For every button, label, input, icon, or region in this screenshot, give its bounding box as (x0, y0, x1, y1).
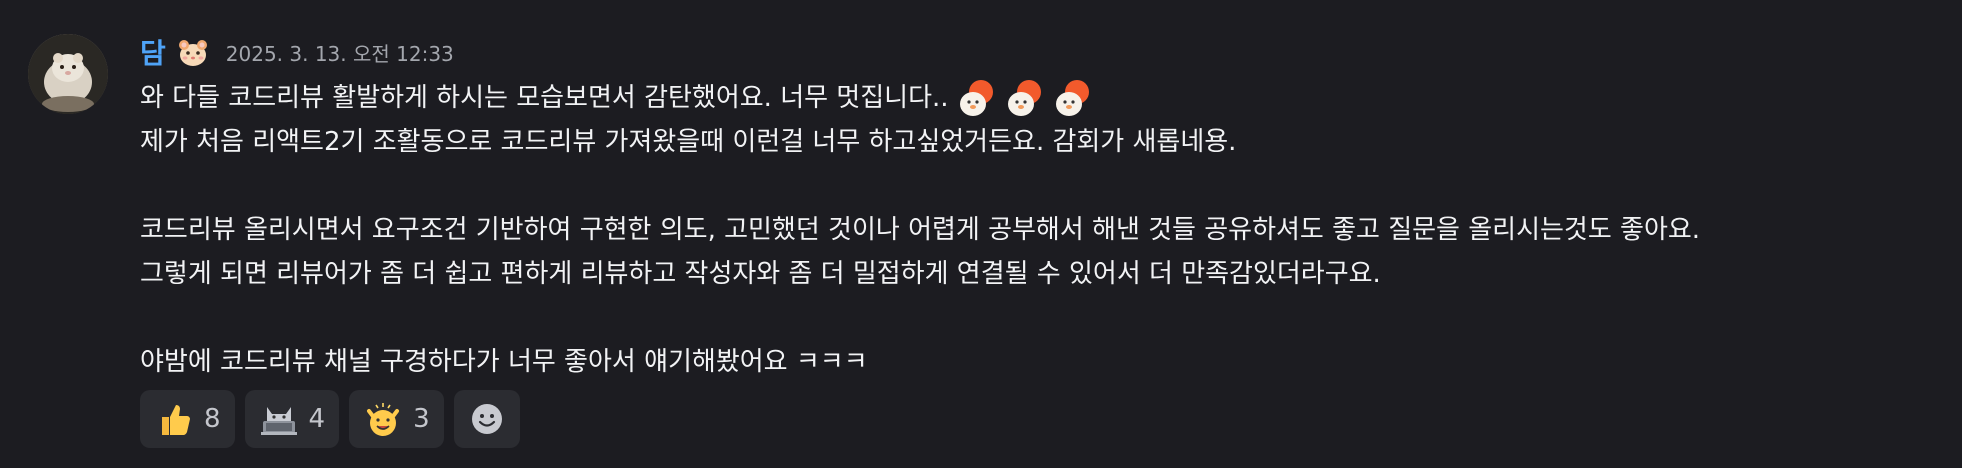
hamster-photo (28, 34, 108, 114)
timestamp[interactable]: 2025. 3. 13. 오전 12:33 (226, 38, 454, 67)
message-line: 제가 처음 리액트2기 조활동으로 코드리뷰 가져왔을때 이런걸 너무 하고싶었… (140, 127, 1237, 157)
add-reaction-smiley-icon (471, 404, 502, 434)
message-line: 야밤에 코드리뷰 채널 구경하다가 너무 좋아서 얘기해봤어요 ㅋㅋㅋ (140, 347, 868, 377)
chat-message: 담 2025. 3. 13. 오전 12:33 와 다들 코드리뷰 활발하게 하… (0, 0, 1962, 468)
reaction-count: 8 (204, 404, 221, 434)
message-header: 담 2025. 3. 13. 오전 12:33 (140, 30, 454, 74)
clapping-chick-emote-icon (1055, 80, 1089, 116)
reactions-bar: 8 4 3 (140, 390, 520, 448)
reaction-count: 4 (308, 404, 326, 434)
reaction-thumbs-up[interactable]: 8 (140, 390, 235, 448)
add-reaction-button[interactable] (453, 390, 520, 448)
reaction-count: 3 (413, 404, 430, 434)
username[interactable]: 담 (140, 32, 166, 72)
message-line: 와 다들 코드리뷰 활발하게 하시는 모습보면서 감탄했어요. 너무 멋집니다.… (140, 76, 1940, 120)
clapping-chick-emote-icon (959, 80, 993, 116)
reaction-cheering[interactable]: 3 (349, 390, 444, 448)
message-content: 와 다들 코드리뷰 활발하게 하시는 모습보면서 감탄했어요. 너무 멋집니다.… (140, 76, 1940, 384)
thumbs-up-icon (162, 405, 190, 435)
avatar[interactable] (28, 34, 108, 114)
cat-laptop-emote-icon (260, 407, 297, 435)
clapping-chick-emote-icon (1007, 80, 1041, 116)
message-line: 그렇게 되면 리뷰어가 좀 더 쉽고 편하게 리뷰하고 작성자와 좀 더 밀접하… (140, 259, 1381, 289)
reaction-cat-laptop[interactable]: 4 (244, 390, 340, 448)
cheering-emote-icon (367, 403, 400, 436)
hamster-emoji-icon (178, 40, 207, 66)
message-line: 코드리뷰 올리시면서 요구조건 기반하여 구현한 의도, 고민했던 것이나 어렵… (140, 215, 1701, 245)
